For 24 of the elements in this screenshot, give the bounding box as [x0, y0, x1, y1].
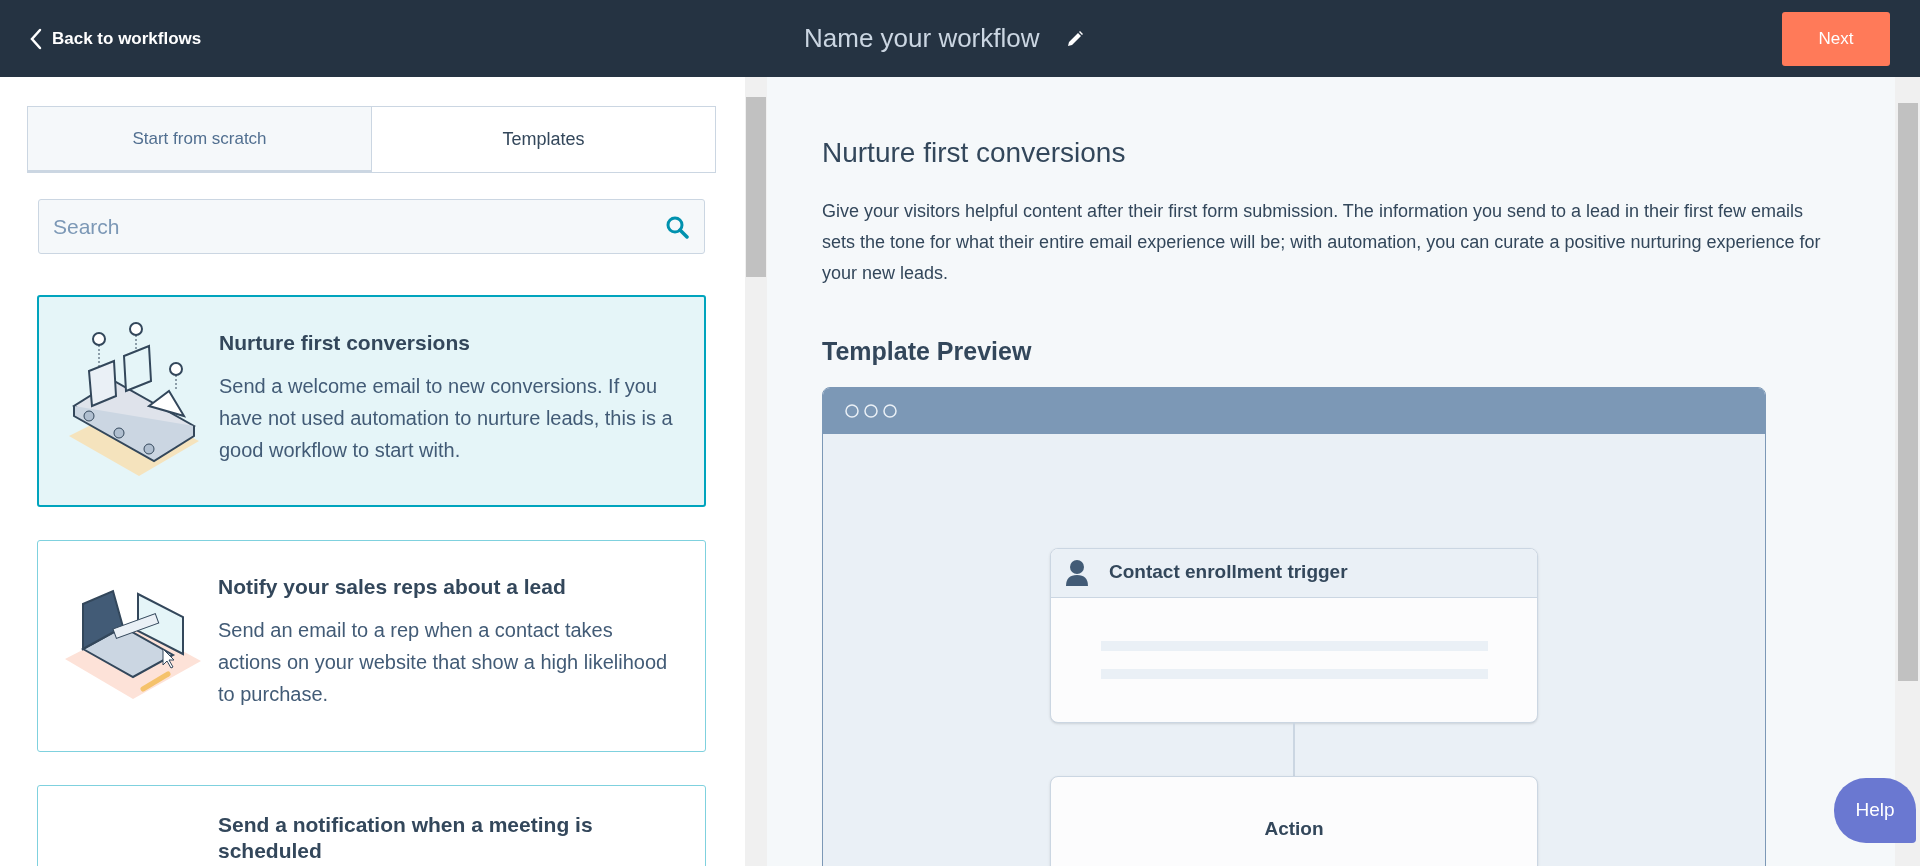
template-title: Nurture first conversions	[219, 330, 471, 356]
template-card[interactable]: Notify your sales reps about a lead Send an email to a rep when a contact takes actions on your website that show a high likelihood to purchase.	[37, 540, 706, 752]
tab[interactable]: Start from scratch	[28, 107, 371, 172]
template-card[interactable]: Nurture first conversions Send a welcome email to new conversions. If you have not used automation to nurture leads, this is a good workflow to start with.	[37, 295, 706, 507]
search-field[interactable]: Search	[38, 199, 705, 254]
template-card[interactable]: Send a notification when a meeting is scheduled	[37, 785, 706, 866]
template-description: Send a welcome email to new conversions. If you have not used automation to nurture leads, this is a good workflow to start with.	[219, 374, 674, 463]
pencil-icon[interactable]	[1065, 29, 1084, 48]
workflow-name: Name your workflow	[804, 22, 1040, 55]
template-description: Send an email to a rep when a contact takes actions on your website that show a high likelihood to purchase.	[218, 618, 669, 707]
search-icon[interactable]	[665, 215, 689, 239]
trigger-title: Contact enrollment trigger	[1109, 560, 1348, 585]
chevron-left-icon	[30, 27, 42, 50]
template-title: Notify your sales reps about a lead	[218, 574, 567, 600]
back-link[interactable]: Back to workflows	[30, 25, 202, 52]
template-title: Nurture first conversions	[822, 136, 1127, 170]
window-dots-icon	[845, 403, 897, 418]
action-title: Action	[1264, 816, 1324, 841]
preview-heading: Template Preview	[822, 336, 1033, 367]
scrollbar[interactable]	[745, 77, 767, 866]
scrollbar[interactable]	[1895, 77, 1920, 866]
person-icon	[1065, 558, 1089, 587]
template-title: Send a notification when a meeting is scheduled	[218, 812, 594, 864]
template-description: Give your visitors helpful content after their first form submission. The information you send to a lead in their first few emails sets the tone for what their entire email experience will be; with automation, you can curate a positive nurturing experience for your new leads.	[822, 200, 1822, 285]
